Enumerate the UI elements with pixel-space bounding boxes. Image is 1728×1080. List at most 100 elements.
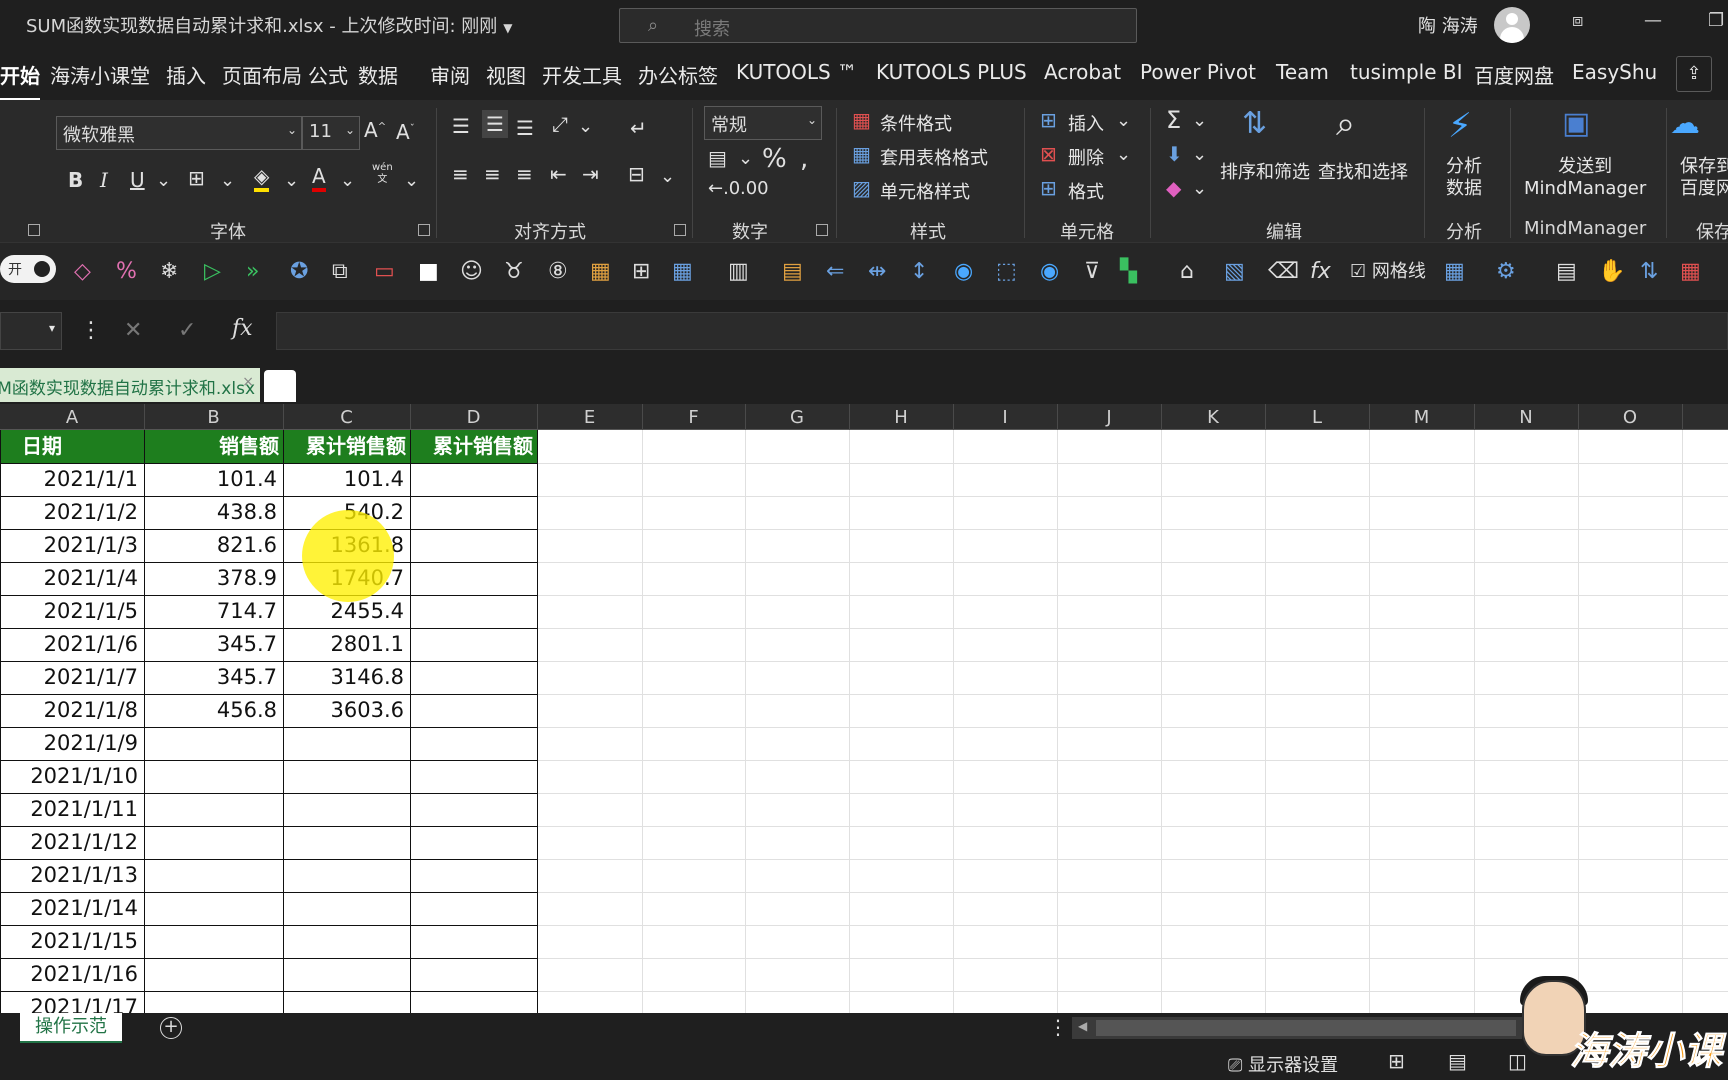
confirm-icon[interactable]: ✓ (178, 318, 196, 343)
sheet-tab[interactable]: 操作示范 (20, 1013, 122, 1043)
table-cell[interactable] (283, 925, 410, 958)
table-cell[interactable] (283, 892, 410, 925)
sort-filter-icon[interactable]: ⇅ (1242, 106, 1267, 141)
chevron-down-icon[interactable]: ⌄ (1116, 144, 1131, 165)
font-size-select[interactable]: 11 ⌄ (302, 116, 360, 150)
chevron-down-icon[interactable]: ⌄ (284, 170, 299, 191)
underline-icon[interactable]: U (130, 168, 145, 192)
column-header-G[interactable]: G (745, 407, 849, 428)
scroll-left-icon[interactable]: ◀ (1078, 1019, 1087, 1033)
table-cell[interactable] (410, 628, 537, 661)
fill-icon[interactable]: ⬇ (1166, 142, 1183, 166)
table-cell[interactable] (144, 826, 283, 859)
align-left-icon[interactable]: ≡ (452, 162, 469, 186)
chevron-down-icon[interactable]: ⌄ (738, 148, 753, 169)
autosum-icon[interactable]: Σ (1166, 106, 1181, 134)
table-header-cell[interactable]: 销售额 (144, 430, 283, 463)
analyze-data-button[interactable]: 分析 数据 (1446, 156, 1482, 200)
mindmanager-icon[interactable]: ▣ (1562, 106, 1590, 141)
freeze-panes-icon[interactable]: ▦ (672, 259, 693, 284)
tag-icon[interactable]: ⌂ (1180, 259, 1194, 284)
cancel-icon[interactable]: ✕ (124, 318, 142, 343)
tab-8[interactable]: 开发工具 (542, 60, 622, 89)
gridlines-checkbox[interactable]: ☑ 网格线 (1350, 257, 1426, 283)
chevron-down-icon[interactable]: ⌄ (340, 170, 355, 191)
table-cell[interactable] (283, 859, 410, 892)
font-color-icon[interactable]: A (312, 164, 326, 192)
format-as-table-button[interactable]: 套用表格格式 (880, 144, 988, 170)
tab-1[interactable]: 海涛小课堂 (50, 60, 150, 89)
pivot-icon[interactable]: ▦ (1444, 259, 1465, 284)
delete-cells-button[interactable]: 删除 (1068, 144, 1104, 170)
table-cell[interactable] (410, 859, 537, 892)
insert-cells-button[interactable]: 插入 (1068, 110, 1104, 136)
table-cell[interactable] (410, 595, 537, 628)
align-right-icon[interactable]: ≡ (516, 162, 533, 186)
format-cells-icon[interactable]: ⊞ (1040, 176, 1057, 200)
tab-5[interactable]: 数据 (358, 60, 398, 89)
tools-icon[interactable]: ⚙ (1496, 259, 1516, 284)
more-options-icon[interactable]: ⋮ (1048, 1015, 1068, 1039)
tab-13[interactable]: Power Pivot (1140, 60, 1256, 84)
table-cell[interactable] (410, 661, 537, 694)
table-cell[interactable]: 714.7 (144, 595, 283, 628)
table-cell[interactable] (283, 826, 410, 859)
table-cell[interactable]: 2021/1/6 (0, 628, 144, 661)
table-cell[interactable] (283, 991, 410, 1013)
decrease-indent-icon[interactable]: ⇤ (550, 162, 567, 186)
table-cell[interactable]: 2021/1/5 (0, 595, 144, 628)
table-cell[interactable]: 438.8 (144, 496, 283, 529)
table-header-cell[interactable]: 日期 (0, 430, 144, 463)
launcher-icon[interactable] (674, 224, 686, 236)
table-cell[interactable]: 2021/1/7 (0, 661, 144, 694)
percent-tool-icon[interactable]: % (116, 259, 137, 284)
table-cell[interactable] (410, 727, 537, 760)
analyze-data-icon[interactable]: ⚡ (1448, 106, 1472, 146)
toggle-switch[interactable]: 开 (0, 255, 56, 283)
launcher-icon[interactable] (28, 224, 40, 236)
column-header-I[interactable]: I (953, 407, 1057, 428)
cell-styles-icon[interactable]: ▨ (852, 176, 871, 200)
fast-forward-icon[interactable]: » (246, 259, 259, 284)
add-sheet-button[interactable]: + (160, 1017, 182, 1039)
tab-6[interactable]: 审阅 (430, 60, 470, 89)
more-options-icon[interactable]: ⋮ (80, 318, 102, 343)
bar-tool-icon[interactable]: ▭ (374, 259, 395, 284)
circle-filled-icon[interactable]: ◉ (1040, 259, 1059, 284)
circle-icon[interactable]: ◉ (954, 259, 973, 284)
play-icon[interactable]: ▷ (204, 259, 221, 284)
table-cell[interactable] (410, 826, 537, 859)
column-header-F[interactable]: F (642, 407, 745, 428)
accounting-icon[interactable]: ▤ (708, 146, 727, 170)
column-header-O[interactable]: O (1578, 407, 1682, 428)
table-cell[interactable]: 2021/1/11 (0, 793, 144, 826)
cell-styles-button[interactable]: 单元格样式 (880, 178, 970, 204)
table-cell[interactable]: 2021/1/16 (0, 958, 144, 991)
italic-icon[interactable]: I (100, 168, 108, 192)
table-cell[interactable]: 3603.6 (283, 694, 410, 727)
columns-icon[interactable]: ▥ (728, 259, 749, 284)
align-bottom-icon[interactable]: ☰ (516, 116, 534, 140)
table-cell[interactable]: 2021/1/15 (0, 925, 144, 958)
tab-7[interactable]: 视图 (486, 60, 526, 89)
table-cell[interactable]: 2021/1/1 (0, 463, 144, 496)
phonetic-icon[interactable]: wén 文 (372, 162, 393, 186)
percent-icon[interactable]: % (762, 144, 787, 174)
merge-center-icon[interactable]: ⊟ (628, 162, 645, 186)
table-cell[interactable]: 345.7 (144, 628, 283, 661)
table-header-cell[interactable]: 累计销售额 (410, 430, 537, 463)
restore-icon[interactable]: ❐ (1708, 10, 1724, 31)
tab-15[interactable]: tusimple BI (1350, 60, 1463, 84)
label-icon[interactable]: ⌫ (1268, 259, 1299, 284)
table-cell[interactable]: 821.6 (144, 529, 283, 562)
sort-az-icon[interactable]: ⇅ (1640, 259, 1658, 284)
column-header-K[interactable]: K (1161, 407, 1265, 428)
comma-icon[interactable]: , (800, 144, 808, 174)
table-cell[interactable]: 2801.1 (283, 628, 410, 661)
piggy-bank-icon[interactable]: ♉ (504, 259, 524, 284)
column-header-A[interactable]: A (0, 407, 144, 428)
table-cell[interactable]: 378.9 (144, 562, 283, 595)
formula-input[interactable] (276, 312, 1728, 350)
display-settings-button[interactable]: ⎚ 显示器设置 (1228, 1051, 1338, 1077)
table-cell[interactable] (283, 760, 410, 793)
